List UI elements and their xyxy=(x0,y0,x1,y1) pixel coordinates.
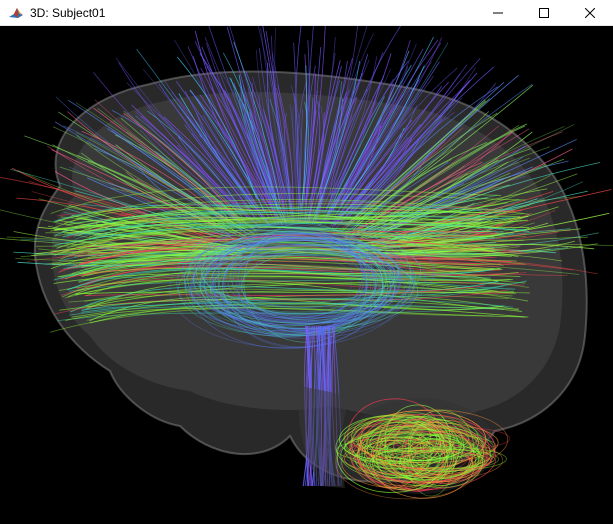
minimize-icon xyxy=(493,12,503,14)
brain-tractography-render xyxy=(0,26,613,500)
matlab-figure-icon xyxy=(8,5,24,21)
close-button[interactable] xyxy=(567,0,613,26)
window-controls xyxy=(475,0,613,26)
title-bar[interactable]: 3D: Subject01 xyxy=(0,0,613,26)
3d-viewport[interactable] xyxy=(0,26,613,524)
figure-window: 3D: Subject01 xyxy=(0,0,613,524)
minimize-button[interactable] xyxy=(475,0,521,26)
window-title: 3D: Subject01 xyxy=(30,5,106,20)
close-icon xyxy=(585,8,595,18)
maximize-button[interactable] xyxy=(521,0,567,26)
maximize-icon xyxy=(539,8,549,18)
